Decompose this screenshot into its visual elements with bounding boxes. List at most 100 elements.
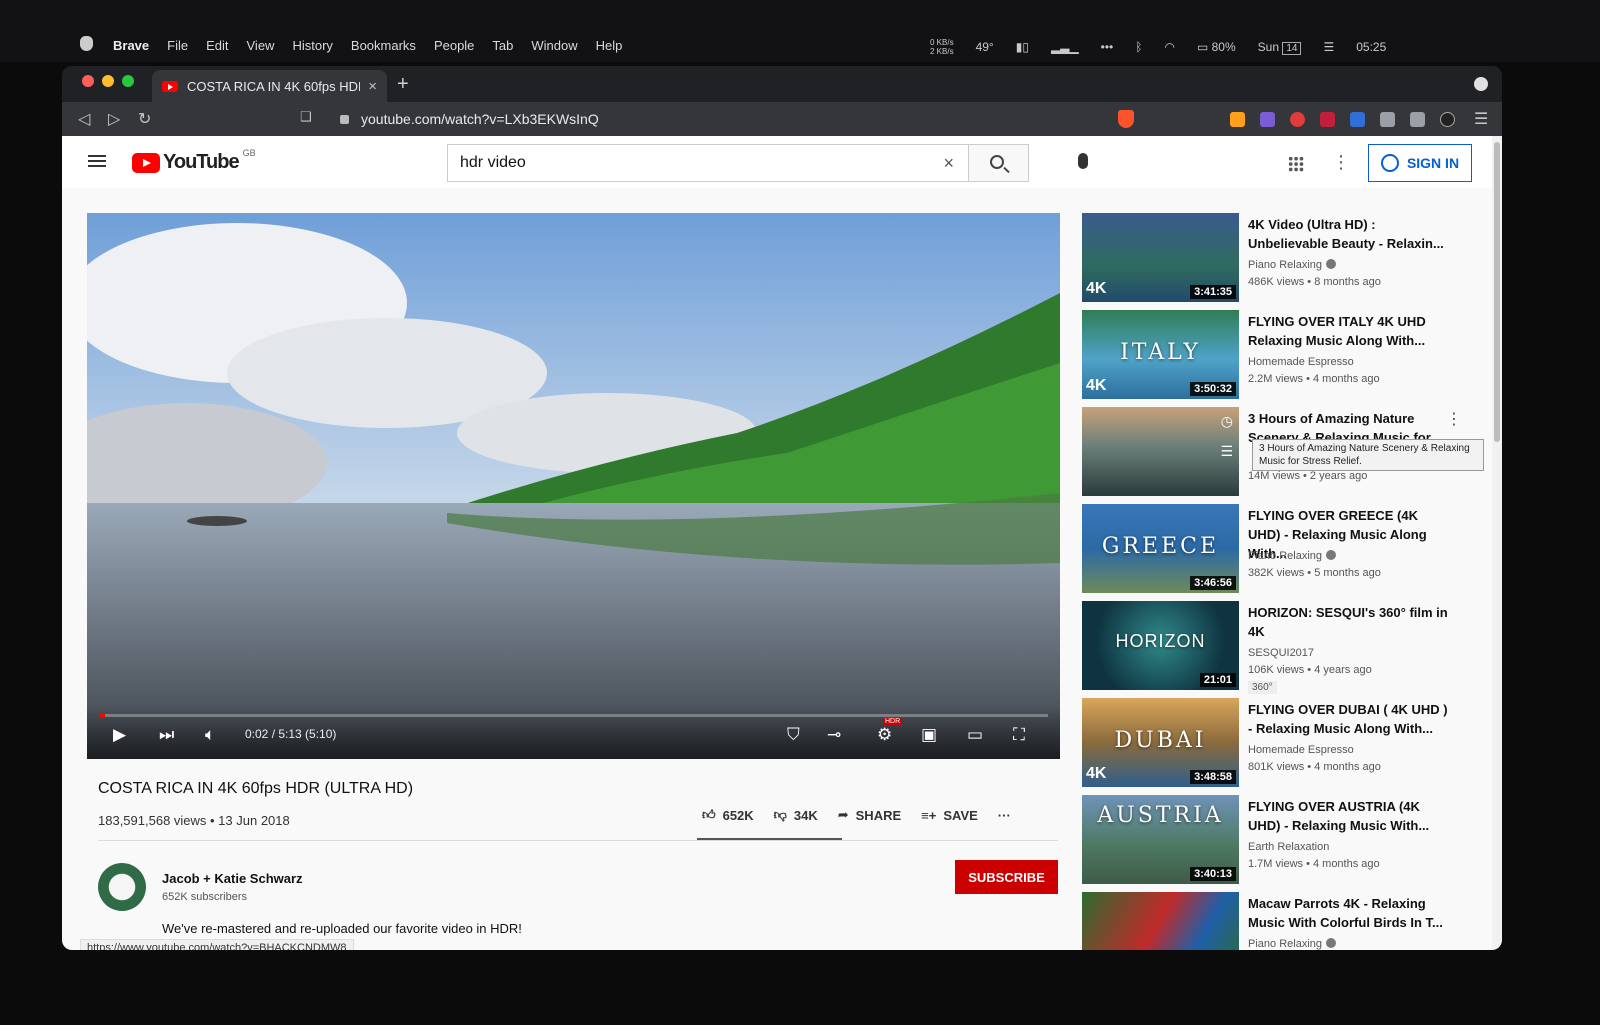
video-thumbnail[interactable] [1082,892,1239,950]
list-item[interactable]: DUBAI 4K 3:48:58 FLYING OVER DUBAI ( 4K … [1082,698,1482,790]
browser-menu-icon[interactable]: ☰ [1474,109,1488,129]
tab-close-icon[interactable]: × [368,78,377,95]
channel-name[interactable]: Jacob + Katie Schwarz [162,871,303,886]
scrollbar-thumb[interactable] [1494,142,1500,442]
save-button[interactable]: ≡+ SAVE [921,807,978,823]
more-actions-button[interactable]: ··· [998,807,1011,823]
more-status-icon[interactable]: ••• [1101,40,1114,54]
theater-mode-icon[interactable]: ▭ [967,725,983,745]
video-thumbnail[interactable]: HORIZON 21:01 [1082,601,1239,690]
list-item[interactable]: 4K 3:41:35 4K Video (Ultra HD) : Unbelie… [1082,213,1482,305]
network-speed[interactable]: 0 KB/s 2 KB/s [930,38,954,56]
menu-tab[interactable]: Tab [492,38,513,53]
rec-channel[interactable]: Homemade Espresso [1248,744,1354,756]
rec-channel[interactable]: SESQUI2017 [1248,647,1314,659]
temperature-readout[interactable]: 49° [976,40,994,54]
list-item[interactable]: ITALY 4K 3:50:32 FLYING OVER ITALY 4K UH… [1082,310,1482,402]
apple-icon[interactable] [80,36,93,51]
video-thumbnail[interactable]: GREECE 3:46:56 [1082,504,1239,593]
date-display[interactable]: Sun 14 [1258,40,1302,55]
apps-grid-icon[interactable] [1288,156,1304,172]
progress-bar[interactable] [99,714,1048,717]
list-item[interactable]: HORIZON 21:01 HORIZON: SESQUI's 360° fil… [1082,601,1482,694]
reload-icon[interactable]: ↻ [138,109,151,129]
video-thumbnail[interactable]: DUBAI 4K 3:48:58 [1082,698,1239,787]
menu-history[interactable]: History [292,38,332,53]
autoplay-toggle[interactable]: ⊸ [827,725,841,745]
search-input[interactable]: hdr video × [447,144,969,182]
rec-channel[interactable]: Piano Relaxing [1248,259,1336,271]
dislike-button[interactable]: 👎︎ 34K [774,807,818,823]
watch-later-icon[interactable]: ◷ [1221,413,1233,430]
video-thumbnail[interactable]: ◷ ☰ [1082,407,1239,496]
rec-title[interactable]: FLYING OVER AUSTRIA (4K UHD) - Relaxing … [1248,797,1448,835]
rec-title[interactable]: HORIZON: SESQUI's 360° film in 4K [1248,603,1448,641]
rec-title[interactable]: 4K Video (Ultra HD) : Unbelievable Beaut… [1248,215,1448,253]
list-item[interactable]: Macaw Parrots 4K - Relaxing Music With C… [1082,892,1482,950]
app-name-menu[interactable]: Brave [113,38,149,53]
action-menu-icon[interactable]: ⋮ [1446,409,1462,429]
list-item[interactable]: GREECE 3:46:56 FLYING OVER GREECE (4K UH… [1082,504,1482,596]
list-item[interactable]: AUSTRIA 3:40:13 FLYING OVER AUSTRIA (4K … [1082,795,1482,887]
add-to-queue-icon[interactable]: ☰ [1220,443,1233,460]
fullscreen-icon[interactable]: ⛶ [1013,725,1025,745]
rec-title[interactable]: FLYING OVER ITALY 4K UHD Relaxing Music … [1248,312,1448,350]
like-button[interactable]: 👍︎ 652K [702,807,754,823]
battery-indicator[interactable]: ▭ 80% [1197,40,1236,54]
settings-kebab-icon[interactable]: ⋮ [1332,152,1350,173]
menu-window[interactable]: Window [531,38,577,53]
miniplayer-shield-icon[interactable]: ⛉ [787,725,800,745]
rec-channel[interactable]: Earth Relaxation [1248,841,1329,853]
clock[interactable]: 05:25 [1356,40,1386,54]
rec-title[interactable]: FLYING OVER DUBAI ( 4K UHD ) - Relaxing … [1248,700,1448,738]
close-window-button[interactable] [82,75,94,87]
menu-file[interactable]: File [167,38,188,53]
puzzle-icon[interactable] [1380,112,1395,127]
extension-icon[interactable] [1350,112,1365,127]
address-bar[interactable]: youtube.com/watch?v=LXb3EKWsInQ [324,106,1144,132]
extension-icon[interactable] [1320,112,1335,127]
zoom-window-button[interactable] [122,75,134,87]
media-queue-icon[interactable] [1410,112,1425,127]
search-button[interactable] [969,144,1029,182]
wifi-icon[interactable]: ◠ [1164,40,1174,54]
video-thumbnail[interactable]: ITALY 4K 3:50:32 [1082,310,1239,399]
youtube-logo[interactable]: YouTube GB [132,148,256,174]
rec-title[interactable]: Macaw Parrots 4K - Relaxing Music With C… [1248,894,1448,932]
extension-icon[interactable] [1290,112,1305,127]
cpu-graph-icon[interactable]: ▂▃▁ [1051,40,1079,54]
settings-gear-icon[interactable]: ⚙ [877,725,892,745]
share-button[interactable]: ➦ SHARE [838,807,901,823]
new-tab-button[interactable]: + [397,73,409,96]
minimize-window-button[interactable] [102,75,114,87]
menu-bookmarks[interactable]: Bookmarks [351,38,416,53]
subscribe-button[interactable]: SUBSCRIBE [955,860,1058,894]
channel-avatar[interactable] [98,863,146,911]
next-icon[interactable]: ⏭ [159,725,174,745]
extension-icon[interactable] [1260,112,1275,127]
memory-meter-icon[interactable]: ▮▯ [1016,40,1029,54]
tab-active[interactable]: COSTA RICA IN 4K 60fps HDR ( × [152,70,387,102]
forward-icon[interactable]: ▷ [108,109,120,129]
back-icon[interactable]: ◁ [78,109,90,129]
video-thumbnail[interactable]: 4K 3:41:35 [1082,213,1239,302]
menu-edit[interactable]: Edit [206,38,228,53]
sign-in-button[interactable]: SIGN IN [1368,144,1472,182]
tab-search-icon[interactable] [1474,77,1488,91]
hamburger-menu-icon[interactable] [88,155,106,167]
page-scrollbar[interactable] [1492,136,1502,950]
control-center-icon[interactable]: ☰ [1323,40,1334,54]
menu-people[interactable]: People [434,38,474,53]
profile-avatar-icon[interactable] [1440,112,1455,127]
menu-help[interactable]: Help [596,38,623,53]
bluetooth-icon[interactable]: ᛒ [1135,40,1142,54]
rec-channel[interactable]: Piano Relaxing [1248,550,1336,562]
rec-channel[interactable]: Homemade Espresso [1248,356,1354,368]
microphone-icon[interactable] [1078,153,1088,169]
play-icon[interactable]: ▶ [113,725,126,745]
clear-search-icon[interactable]: × [943,153,954,174]
bookmark-icon[interactable]: ❑ [300,109,312,125]
miniplayer-icon[interactable]: ▣ [921,725,937,745]
video-thumbnail[interactable]: AUSTRIA 3:40:13 [1082,795,1239,884]
menu-view[interactable]: View [247,38,275,53]
